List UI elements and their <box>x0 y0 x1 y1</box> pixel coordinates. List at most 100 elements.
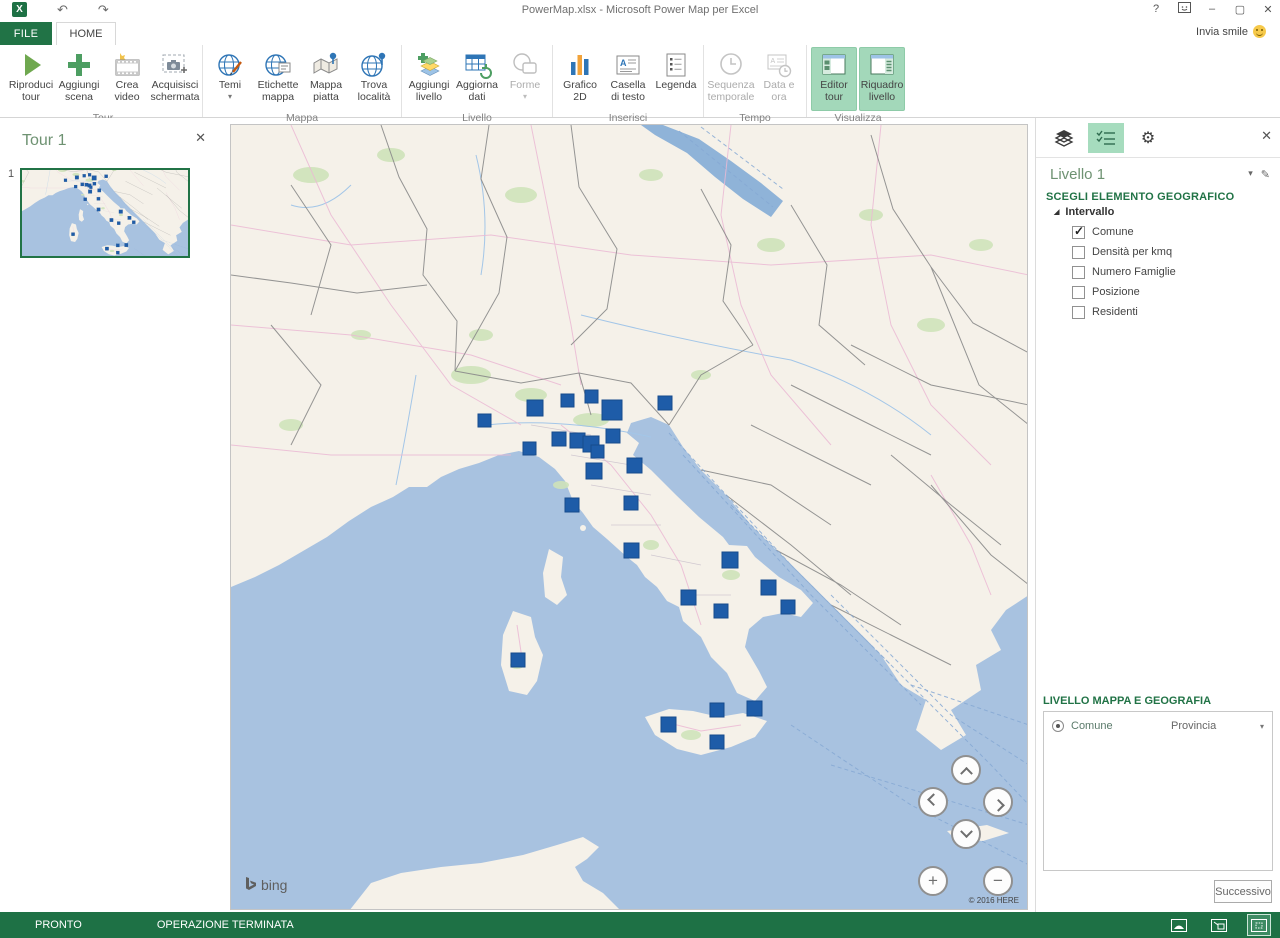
map-data-point <box>781 600 795 614</box>
tour-editor-button[interactable]: Editor tour <box>811 47 857 111</box>
button-label: Casella di testo <box>606 80 650 104</box>
zoom-in-button[interactable]: + <box>918 866 948 896</box>
background-image-button[interactable] <box>1168 915 1190 935</box>
map-data-point <box>585 390 598 403</box>
layer-pane-button[interactable]: Riquadro livello <box>859 47 905 111</box>
dropdown-caret-icon: ▾ <box>228 93 232 102</box>
layer-rename-icon[interactable]: ✎ <box>1261 168 1270 181</box>
map-labels-button[interactable]: Etichette mappa <box>255 47 301 111</box>
pan-right-button[interactable] <box>983 787 1013 817</box>
map-data-point <box>606 429 620 443</box>
capture-screen-button[interactable]: Acquisisci schermata <box>152 47 198 111</box>
pan-up-button[interactable] <box>951 755 981 785</box>
section-map-level: LIVELLO MAPPA E GEOGRAFIA <box>1043 695 1211 707</box>
map-data-point <box>565 498 579 512</box>
date-time-button: A Data e ora <box>756 47 802 111</box>
gear-icon: ⚙ <box>1141 128 1155 148</box>
tab-field-list[interactable] <box>1088 123 1124 153</box>
map-data-point <box>552 432 566 446</box>
field-list-icon <box>1096 130 1116 146</box>
map-data-point <box>527 400 543 416</box>
map-canvas[interactable]: + − bing © 2016 HERE <box>230 124 1028 910</box>
field-row-residenti[interactable]: Residenti <box>1072 302 1176 322</box>
chevron-down-icon <box>960 825 973 838</box>
play-icon <box>15 50 47 80</box>
button-label: Aggiorna dati <box>455 80 499 104</box>
text-box-icon: A <box>612 50 644 80</box>
tab-layers[interactable] <box>1046 123 1082 153</box>
chevron-up-icon <box>960 766 973 779</box>
field-row-densita[interactable]: Densità per kmq <box>1072 242 1176 262</box>
map-data-point <box>710 703 724 717</box>
tab-file[interactable]: FILE <box>0 22 52 45</box>
scene-thumbnail-map <box>22 170 188 256</box>
smiley-icon <box>1253 25 1266 38</box>
chart-2d-button[interactable]: Grafico 2D <box>557 47 603 111</box>
checkbox[interactable] <box>1072 306 1085 319</box>
map-data-point <box>624 496 638 510</box>
find-location-button[interactable]: Trova località <box>351 47 397 111</box>
layer-pane-icon <box>866 50 898 80</box>
checkbox[interactable] <box>1072 226 1085 239</box>
map-data-point <box>591 445 604 458</box>
tour-panel-close-icon[interactable]: ✕ <box>195 130 206 146</box>
map-data-point <box>602 400 622 420</box>
geo-level-select[interactable]: Provincia <box>1171 720 1253 732</box>
send-smile-button[interactable]: Invia smile <box>1196 25 1266 38</box>
radio-selected-icon[interactable] <box>1052 720 1064 732</box>
help-button[interactable]: ? <box>1148 3 1164 15</box>
button-label: Riquadro livello <box>860 80 904 104</box>
checkbox[interactable] <box>1072 246 1085 259</box>
svg-text:A: A <box>771 58 776 65</box>
field-label: Numero Famiglie <box>1092 266 1176 278</box>
play-tour-button[interactable]: Riproduci tour <box>8 47 54 111</box>
zoom-out-button[interactable]: − <box>983 866 1013 896</box>
themes-button[interactable]: Temi ▾ <box>207 47 253 111</box>
map <box>231 125 1028 910</box>
create-video-button[interactable]: Crea video <box>104 47 150 111</box>
field-list: Comune Densità per kmq Numero Famiglie P… <box>1072 222 1176 322</box>
legend-button[interactable]: Legenda <box>653 47 699 111</box>
map-data-point <box>624 543 639 558</box>
checkbox[interactable] <box>1072 266 1085 279</box>
maximize-button[interactable]: ▢ <box>1232 3 1248 16</box>
refresh-data-button[interactable]: Aggiorna dati <box>454 47 500 111</box>
tab-home[interactable]: HOME <box>56 22 116 45</box>
tree-node-intervallo[interactable]: ◢ Intervallo <box>1054 206 1114 218</box>
scene-number: 1 <box>8 168 14 180</box>
flat-map-button[interactable]: Mappa piatta <box>303 47 349 111</box>
close-button[interactable]: ✕ <box>1260 3 1276 16</box>
field-row-famiglie[interactable]: Numero Famiglie <box>1072 262 1176 282</box>
map-data-point <box>586 463 602 479</box>
add-layer-button[interactable]: Aggiungi livello <box>406 47 452 111</box>
globe-brush-icon <box>214 50 246 80</box>
layer-caret-icon[interactable]: ▾ <box>1248 168 1253 181</box>
field-label: Posizione <box>1092 286 1140 298</box>
chevron-down-icon[interactable]: ▾ <box>1260 722 1264 731</box>
tab-settings[interactable]: ⚙ <box>1130 123 1166 153</box>
pan-left-button[interactable] <box>918 787 948 817</box>
geo-mapping-row[interactable]: Comune Provincia ▾ <box>1044 712 1272 732</box>
clock-icon <box>715 50 747 80</box>
field-row-comune[interactable]: Comune <box>1072 222 1176 242</box>
layer-panel-close-icon[interactable]: ✕ <box>1261 128 1272 144</box>
checkbox[interactable] <box>1072 286 1085 299</box>
scene-thumbnail[interactable] <box>20 168 190 258</box>
ribbon-group-label: Mappa <box>207 111 397 124</box>
text-box-button[interactable]: A Casella di testo <box>605 47 651 111</box>
button-label: Data e ora <box>757 80 801 104</box>
button-label: Aggiungi scena <box>57 80 101 104</box>
camera-icon <box>159 50 191 80</box>
pan-down-button[interactable] <box>951 819 981 849</box>
ribbon-group-tempo: Sequenza temporale A Data e ora Tempo <box>704 45 807 117</box>
field-row-posizione[interactable]: Posizione <box>1072 282 1176 302</box>
add-scene-button[interactable]: Aggiungi scena <box>56 47 102 111</box>
tree-expanded-icon: ◢ <box>1054 208 1059 216</box>
resize-window-button[interactable] <box>1208 915 1230 935</box>
fullscreen-button[interactable] <box>1248 915 1270 935</box>
ribbon-tab-row: FILE HOME Invia smile <box>0 20 1280 45</box>
minimize-button[interactable]: – <box>1204 3 1220 15</box>
next-button[interactable]: Successivo <box>1214 880 1272 903</box>
chevron-right-icon <box>992 798 1005 811</box>
feedback-window-icon[interactable] <box>1176 2 1192 16</box>
